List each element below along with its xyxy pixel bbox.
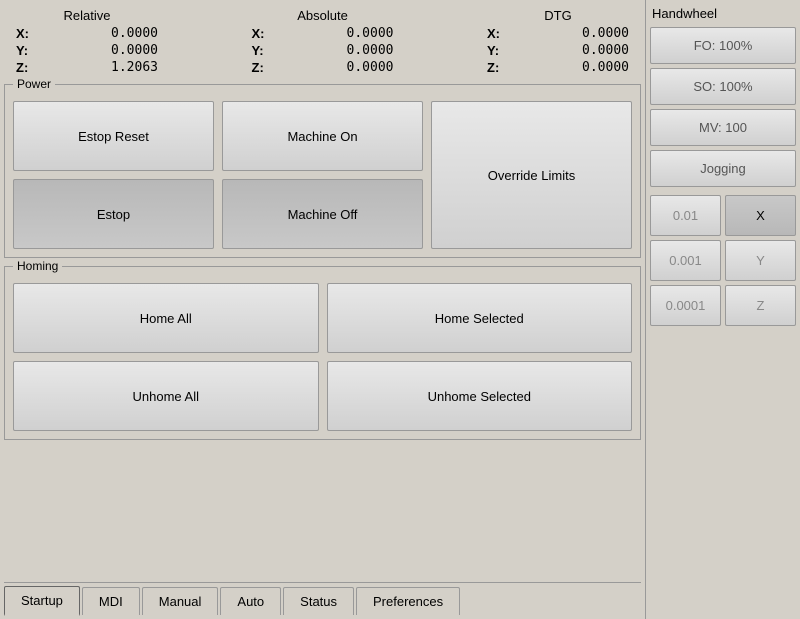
abs-z-label: Z: (252, 60, 264, 75)
tab-manual[interactable]: Manual (142, 587, 219, 615)
dtg-coords: DTG X: 0.0000 Y: 0.0000 Z: 0.0000 (483, 8, 633, 76)
absolute-header: Absolute (248, 8, 398, 23)
jogging-button[interactable]: Jogging (650, 150, 796, 187)
home-all-button[interactable]: Home All (13, 283, 319, 353)
handwheel-title: Handwheel (650, 4, 796, 23)
power-section: Power Estop Reset Machine On Override Li… (4, 84, 641, 258)
machine-off-button[interactable]: Machine Off (222, 179, 423, 249)
inc-001-button[interactable]: 0.01 (650, 195, 721, 236)
coordinates-section: Relative X: 0.0000 Y: 0.0000 Z: 1.2063 A… (4, 4, 641, 80)
dtg-x-value: 0.0000 (582, 26, 629, 41)
tab-mdi[interactable]: MDI (82, 587, 140, 615)
estop-reset-button[interactable]: Estop Reset (13, 101, 214, 171)
inc-0001-button[interactable]: 0.001 (650, 240, 721, 281)
rel-x-label: X: (16, 26, 29, 41)
abs-z-value: 0.0000 (347, 60, 394, 75)
so-button[interactable]: SO: 100% (650, 68, 796, 105)
dtg-z-value: 0.0000 (582, 60, 629, 75)
axis-y-button[interactable]: Y (725, 240, 796, 281)
abs-y-value: 0.0000 (347, 43, 394, 58)
dtg-x-label: X: (487, 26, 500, 41)
relative-coords: Relative X: 0.0000 Y: 0.0000 Z: 1.2063 (12, 8, 162, 76)
estop-button[interactable]: Estop (13, 179, 214, 249)
dtg-y-value: 0.0000 (582, 43, 629, 58)
power-title: Power (13, 77, 55, 91)
tab-auto[interactable]: Auto (220, 587, 281, 615)
mv-button[interactable]: MV: 100 (650, 109, 796, 146)
relative-header: Relative (12, 8, 162, 23)
machine-on-button[interactable]: Machine On (222, 101, 423, 171)
dtg-y-label: Y: (487, 43, 499, 58)
homing-title: Homing (13, 259, 62, 273)
axis-x-button[interactable]: X (725, 195, 796, 236)
tab-startup[interactable]: Startup (4, 586, 80, 616)
unhome-all-button[interactable]: Unhome All (13, 361, 319, 431)
axis-z-button[interactable]: Z (725, 285, 796, 326)
abs-x-label: X: (252, 26, 265, 41)
absolute-coords: Absolute X: 0.0000 Y: 0.0000 Z: 0.0000 (248, 8, 398, 76)
abs-x-value: 0.0000 (347, 26, 394, 41)
override-limits-button[interactable]: Override Limits (431, 101, 632, 249)
tab-status[interactable]: Status (283, 587, 354, 615)
unhome-selected-button[interactable]: Unhome Selected (327, 361, 633, 431)
rel-z-value: 1.2063 (111, 60, 158, 75)
rel-x-value: 0.0000 (111, 26, 158, 41)
abs-y-label: Y: (252, 43, 264, 58)
fo-button[interactable]: FO: 100% (650, 27, 796, 64)
dtg-header: DTG (483, 8, 633, 23)
increment-axis-grid: 0.01 X 0.001 Y 0.0001 Z (650, 195, 796, 326)
homing-section: Homing Home All Home Selected Unhome All… (4, 266, 641, 440)
handwheel-panel: Handwheel FO: 100% SO: 100% MV: 100 Jogg… (645, 0, 800, 619)
rel-y-label: Y: (16, 43, 28, 58)
home-selected-button[interactable]: Home Selected (327, 283, 633, 353)
inc-00001-button[interactable]: 0.0001 (650, 285, 721, 326)
rel-z-label: Z: (16, 60, 28, 75)
tab-bar: Startup MDI Manual Auto Status Preferenc… (4, 582, 641, 615)
rel-y-value: 0.0000 (111, 43, 158, 58)
tab-preferences[interactable]: Preferences (356, 587, 460, 615)
dtg-z-label: Z: (487, 60, 499, 75)
